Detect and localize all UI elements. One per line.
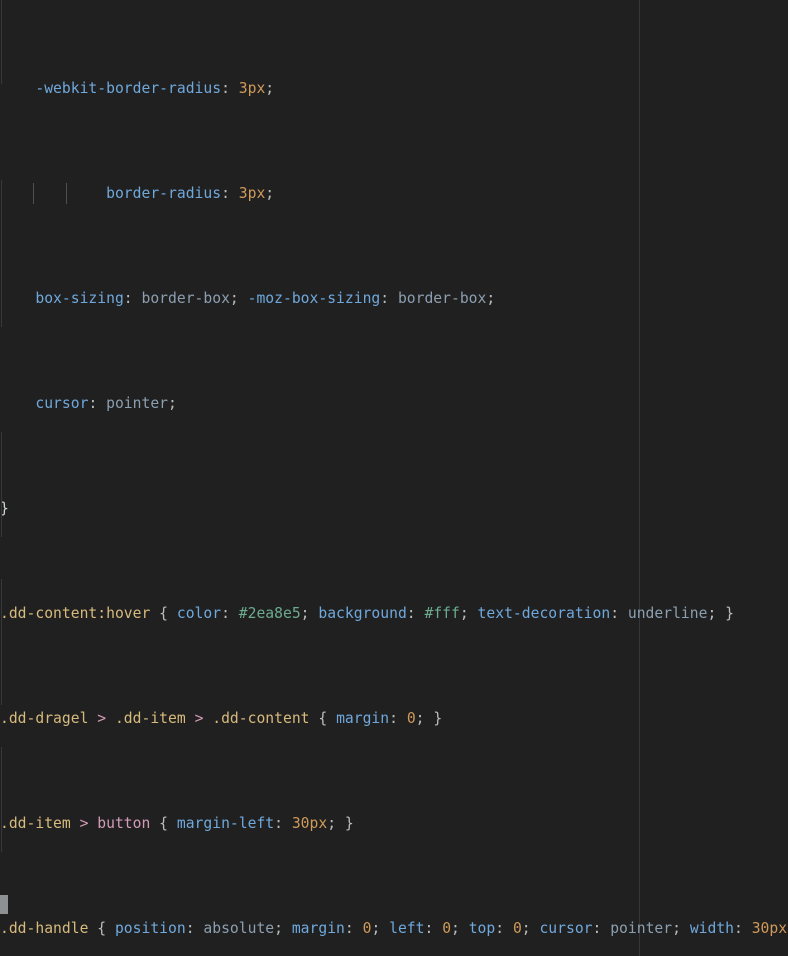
css-property: left xyxy=(389,920,425,937)
css-property: cursor xyxy=(0,395,89,412)
code-line[interactable]: -webkit-border-radius: 3px; xyxy=(0,78,788,99)
css-number: 30px xyxy=(751,920,788,937)
code-line[interactable]: cursor: pointer; xyxy=(0,393,788,414)
css-selector: .dd-handle xyxy=(0,920,89,937)
css-property: position xyxy=(114,920,186,937)
css-number: 30px xyxy=(291,815,328,832)
punctuation: { xyxy=(309,710,337,727)
code-line[interactable]: .dd-content:hover { color: #2ea8e5; back… xyxy=(0,603,788,624)
punctuation: : xyxy=(221,185,239,202)
indent-guide xyxy=(66,183,67,204)
code-line[interactable]: box-sizing: border-box; -moz-box-sizing:… xyxy=(0,288,788,309)
punctuation: : xyxy=(274,815,292,832)
punctuation: { xyxy=(150,815,177,832)
code-content[interactable]: -webkit-border-radius: 3px; border-radiu… xyxy=(0,0,788,956)
css-property: background xyxy=(318,605,407,622)
punctuation: ; xyxy=(672,920,690,937)
css-value: pointer xyxy=(106,395,169,412)
css-value: underline xyxy=(627,605,708,622)
punctuation: ; xyxy=(521,920,540,937)
css-selector: .dd-content:hover xyxy=(0,605,151,622)
punctuation: ; xyxy=(265,80,275,97)
code-line[interactable]: border-radius: 3px; xyxy=(0,183,788,204)
css-property: width xyxy=(689,920,735,937)
scope-indicator-bar xyxy=(1,747,2,852)
css-value: border-box xyxy=(397,290,487,307)
punctuation: : xyxy=(495,920,513,937)
code-line[interactable]: .dd-dragel > .dd-item > .dd-content { ma… xyxy=(0,708,788,729)
punctuation: : xyxy=(344,920,363,937)
punctuation: : xyxy=(221,605,239,622)
text-cursor xyxy=(0,895,8,914)
css-selector: .dd-content xyxy=(203,710,310,727)
scope-indicator-bar xyxy=(1,180,2,327)
scope-indicator-bar xyxy=(1,0,2,84)
scope-indicator-bar xyxy=(1,432,2,537)
indent-guide xyxy=(33,183,34,204)
css-property: margin-left xyxy=(176,815,275,832)
css-number: 0 xyxy=(406,710,416,727)
css-number: 3px xyxy=(238,80,266,97)
css-number: 0 xyxy=(442,920,452,937)
css-property: -webkit-border-radius xyxy=(0,80,222,97)
punctuation: ; xyxy=(168,395,177,412)
punctuation: ; } xyxy=(327,815,354,832)
css-property: box-sizing xyxy=(0,290,124,307)
punctuation: : xyxy=(88,395,107,412)
punctuation: ; xyxy=(300,605,319,622)
css-property: top xyxy=(468,920,496,937)
punctuation: ; xyxy=(265,185,275,202)
css-combinator: > xyxy=(97,710,107,727)
css-hex-color: #2ea8e5 xyxy=(238,605,301,622)
punctuation: { xyxy=(88,920,115,937)
css-property: -moz-box-sizing xyxy=(247,290,381,307)
punctuation: : xyxy=(389,710,407,727)
scope-indicator-bar xyxy=(1,579,2,705)
punctuation: ; xyxy=(459,605,478,622)
css-property: margin xyxy=(336,710,390,727)
code-line[interactable]: } xyxy=(0,498,788,519)
css-element-selector: button xyxy=(88,815,151,832)
punctuation: : xyxy=(734,920,752,937)
css-property: cursor xyxy=(539,920,593,937)
punctuation: : xyxy=(610,605,628,622)
css-number: 3px xyxy=(238,185,266,202)
punctuation: ; xyxy=(371,920,390,937)
punctuation: : xyxy=(380,290,398,307)
css-number: 0 xyxy=(512,920,522,937)
punctuation: : xyxy=(123,290,142,307)
css-value: pointer xyxy=(610,920,673,937)
css-property: color xyxy=(176,605,222,622)
css-value: absolute xyxy=(203,920,275,937)
css-property: margin xyxy=(291,920,345,937)
code-line[interactable]: .dd-item > button { margin-left: 30px; } xyxy=(0,813,788,834)
css-property: text-decoration xyxy=(477,605,611,622)
punctuation: : xyxy=(406,605,425,622)
css-selector: .dd-dragel xyxy=(0,710,98,727)
punctuation: ; } xyxy=(707,605,734,622)
punctuation: { xyxy=(150,605,177,622)
punctuation: : xyxy=(185,920,204,937)
punctuation: ; xyxy=(486,290,496,307)
css-hex-color: #fff xyxy=(424,605,460,622)
punctuation: ; xyxy=(229,290,248,307)
punctuation: ; } xyxy=(415,710,443,727)
css-value: border-box xyxy=(141,290,230,307)
punctuation: : xyxy=(424,920,443,937)
css-selector: .dd-item xyxy=(106,710,195,727)
code-editor[interactable]: -webkit-border-radius: 3px; border-radiu… xyxy=(0,0,788,956)
punctuation: ; xyxy=(451,920,469,937)
punctuation: : xyxy=(221,80,239,97)
punctuation: ; xyxy=(274,920,292,937)
punctuation: : xyxy=(592,920,611,937)
css-selector: .dd-item xyxy=(0,815,80,832)
code-line[interactable]: .dd-handle { position: absolute; margin:… xyxy=(0,918,788,939)
